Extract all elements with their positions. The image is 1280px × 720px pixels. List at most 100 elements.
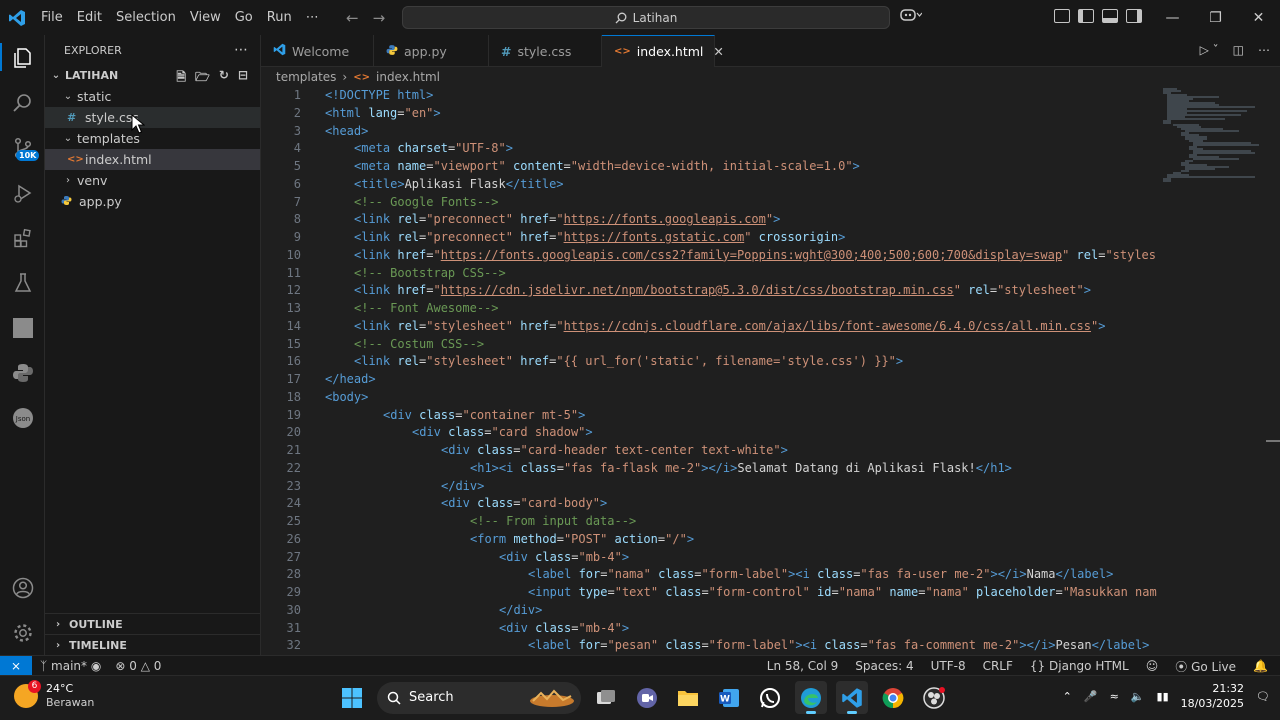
close-window-icon[interactable]: ✕ bbox=[1237, 0, 1280, 35]
wifi-icon[interactable]: ≈ bbox=[1110, 690, 1119, 703]
restore-icon[interactable]: ❐ bbox=[1194, 0, 1237, 35]
copilot-icon[interactable] bbox=[900, 8, 923, 26]
start-windows-icon[interactable] bbox=[336, 681, 368, 714]
line-number: 25 bbox=[286, 514, 301, 528]
line-number: 29 bbox=[286, 585, 301, 599]
word-icon[interactable]: W bbox=[713, 681, 745, 714]
notification-center-icon[interactable]: 🗨 bbox=[1256, 690, 1270, 703]
project-root[interactable]: ⌄ LATIHAN 🗎 🗁 ↻ ⊟ bbox=[45, 65, 260, 86]
code-token: "stylesheet" bbox=[426, 318, 513, 333]
json-icon[interactable]: Json bbox=[0, 395, 45, 440]
menu-more-icon[interactable]: ⋯ bbox=[299, 0, 326, 35]
python-icon[interactable] bbox=[0, 350, 45, 395]
back-arrow-icon[interactable]: ← bbox=[346, 9, 359, 27]
code-token: "preconnect" bbox=[426, 212, 513, 227]
code-token: "styles bbox=[1105, 247, 1157, 262]
microphone-icon[interactable]: 🎤 bbox=[1084, 690, 1098, 703]
indentation[interactable]: Spaces: 4 bbox=[855, 659, 913, 673]
taskbar-search[interactable]: Search bbox=[377, 681, 581, 714]
tab-app-py[interactable]: app.py bbox=[374, 35, 489, 67]
breadcrumb-file[interactable]: index.html bbox=[376, 70, 440, 84]
tree-item-static[interactable]: ⌄ static bbox=[45, 86, 260, 107]
copilot-status-icon[interactable]: ☺ bbox=[1146, 659, 1159, 673]
menu-item-view[interactable]: View bbox=[183, 0, 228, 35]
menu-item-go[interactable]: Go bbox=[228, 0, 260, 35]
tree-item-templates[interactable]: ⌄ templates bbox=[45, 128, 260, 149]
go-live-button[interactable]: ⦿ Go Live bbox=[1175, 658, 1236, 675]
task-view-icon[interactable] bbox=[590, 681, 622, 714]
file-explorer-icon[interactable] bbox=[672, 681, 704, 714]
explorer-icon[interactable] bbox=[0, 35, 45, 80]
menu-item-selection[interactable]: Selection bbox=[109, 0, 183, 35]
weather-sun-icon: 6 bbox=[14, 680, 41, 708]
source-control-icon[interactable]: 10K bbox=[0, 125, 45, 170]
language-label: Django HTML bbox=[1049, 659, 1129, 673]
cursor-position[interactable]: Ln 58, Col 9 bbox=[767, 659, 839, 673]
toggle-panel-icon[interactable] bbox=[1102, 9, 1118, 23]
show-hidden-icons-icon[interactable]: ⌃ bbox=[1063, 690, 1072, 703]
split-editor-icon[interactable]: ◫ bbox=[1233, 43, 1244, 57]
timeline-section[interactable]: › TIMELINE bbox=[45, 634, 261, 655]
code-line: 10 <link href="https://fonts.googleapis.c… bbox=[261, 248, 1156, 266]
customize-layout-icon[interactable] bbox=[1054, 9, 1070, 23]
problems-status[interactable]: ⊗ 0 △ 0 bbox=[115, 659, 161, 673]
scrollbar-indicator[interactable] bbox=[1266, 440, 1280, 442]
title-bar: File Edit Selection View Go Run ⋯ ← → Latihan … bbox=[0, 0, 1280, 35]
whatsapp-icon[interactable] bbox=[754, 681, 786, 714]
language-mode[interactable]: {} Django HTML bbox=[1030, 659, 1129, 673]
testing-icon[interactable] bbox=[0, 260, 45, 305]
encoding[interactable]: UTF-8 bbox=[931, 659, 966, 673]
notifications-icon[interactable]: 🔔 bbox=[1253, 659, 1268, 673]
minimize-icon[interactable]: — bbox=[1151, 0, 1194, 35]
remote-indicator-icon[interactable]: ⨯ bbox=[0, 655, 32, 676]
toggle-secondary-sidebar-icon[interactable] bbox=[1126, 9, 1142, 23]
line-number: 21 bbox=[286, 443, 301, 457]
minimap[interactable] bbox=[1159, 87, 1269, 207]
tab-index-html[interactable]: <> index.html ✕ bbox=[602, 35, 724, 67]
tree-item-app-py[interactable]: app.py bbox=[45, 191, 260, 212]
edge-browser-icon[interactable] bbox=[795, 681, 827, 714]
code-token: <link bbox=[354, 354, 398, 369]
weather-widget[interactable]: 6 24°C Berawan bbox=[14, 680, 94, 710]
breadcrumb-folder[interactable]: templates bbox=[276, 70, 336, 84]
accounts-icon[interactable] bbox=[0, 565, 45, 610]
more-actions-icon[interactable]: ⋯ bbox=[234, 42, 248, 58]
code-text: <div class="container mt-5"> bbox=[383, 408, 585, 422]
line-ending[interactable]: CRLF bbox=[983, 659, 1013, 673]
more-editor-actions-icon[interactable]: ⋯ bbox=[1258, 43, 1270, 57]
toggle-primary-sidebar-icon[interactable] bbox=[1078, 9, 1094, 23]
run-file-icon[interactable]: ▷ ˇ bbox=[1200, 43, 1219, 57]
menu-item-file[interactable]: File bbox=[34, 0, 70, 35]
code-token: > bbox=[780, 443, 788, 457]
chrome-icon[interactable] bbox=[877, 681, 909, 714]
clock[interactable]: 21:32 18/03/2025 bbox=[1181, 681, 1244, 711]
extensions-icon[interactable] bbox=[0, 215, 45, 260]
tab-welcome[interactable]: Welcome bbox=[261, 35, 374, 67]
search-view-icon[interactable] bbox=[0, 80, 45, 125]
code-line: 16 <link rel="stylesheet" href="{{ url_fo… bbox=[261, 354, 904, 372]
tree-item-venv[interactable]: › venv bbox=[45, 170, 260, 191]
manage-gear-icon[interactable] bbox=[0, 610, 45, 655]
run-debug-icon[interactable] bbox=[0, 170, 45, 215]
meet-app-icon[interactable] bbox=[631, 681, 663, 714]
tree-item-label: static bbox=[77, 89, 112, 104]
volume-icon[interactable]: 🔈 bbox=[1131, 690, 1145, 703]
tab-style-css[interactable]: # style.css bbox=[489, 35, 602, 67]
vscode-taskbar-icon[interactable] bbox=[836, 681, 868, 714]
outline-section[interactable]: › OUTLINE bbox=[45, 613, 261, 634]
code-editor[interactable]: 1 <!DOCTYPE html> 2 <html lang="en"> 3 <head>… bbox=[261, 87, 1280, 655]
code-token: ></i> bbox=[701, 460, 738, 475]
remote-explorer-icon[interactable] bbox=[0, 305, 45, 350]
code-token: > bbox=[621, 620, 630, 635]
tree-item-style-css[interactable]: # style.css bbox=[45, 107, 260, 128]
menu-item-run[interactable]: Run bbox=[260, 0, 299, 35]
obs-icon[interactable] bbox=[918, 681, 950, 714]
code-token: class bbox=[448, 425, 485, 440]
menu-item-edit[interactable]: Edit bbox=[70, 0, 109, 35]
branch-status[interactable]: ᛉ main* ◉ bbox=[40, 659, 101, 673]
command-center-search[interactable]: Latihan bbox=[402, 6, 890, 29]
battery-icon[interactable]: ▮▮ bbox=[1157, 690, 1169, 703]
tree-item-index-html[interactable]: <> index.html bbox=[45, 149, 260, 170]
close-tab-icon[interactable]: ✕ bbox=[713, 44, 723, 59]
forward-arrow-icon[interactable]: → bbox=[373, 9, 386, 27]
